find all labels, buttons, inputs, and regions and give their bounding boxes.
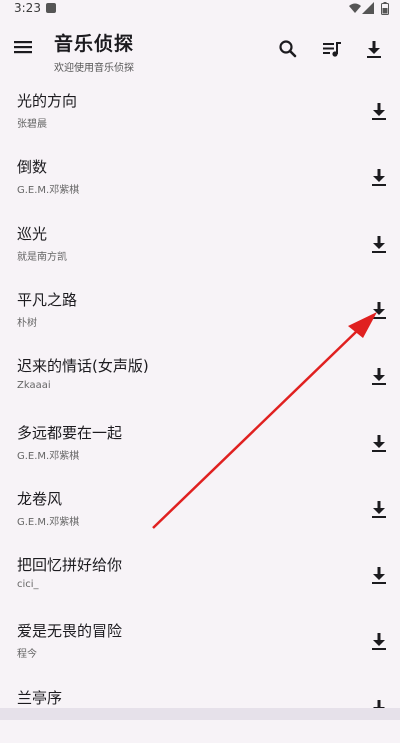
song-title: 光的方向	[17, 92, 78, 110]
song-artist: 张碧晨	[17, 119, 47, 130]
song-title: 爱是无畏的冒险	[17, 622, 123, 640]
song-artist: cici_	[17, 579, 39, 590]
song-title: 平凡之路	[17, 291, 78, 309]
song-artist: G.E.M.邓紫棋	[17, 185, 80, 196]
song-row[interactable]: 光的方向 张碧晨	[0, 80, 400, 146]
signal-icon	[362, 2, 374, 14]
search-icon[interactable]	[275, 36, 301, 62]
song-title: 把回忆拼好给你	[17, 556, 123, 574]
song-artist: 就是南方凯	[17, 252, 67, 263]
song-row[interactable]: 倒数 G.E.M.邓紫棋	[0, 146, 400, 212]
download-icon[interactable]	[366, 231, 392, 257]
download-icon[interactable]	[366, 562, 392, 588]
bottom-edge	[0, 708, 400, 720]
status-bar: 3:23	[0, 0, 400, 18]
app-title: 音乐侦探	[54, 33, 135, 55]
song-row[interactable]: 把回忆拼好给你 cici_	[0, 544, 400, 610]
download-icon[interactable]	[366, 430, 392, 456]
song-artist: 朴树	[17, 318, 37, 329]
app-bar: 音乐侦探 欢迎使用音乐侦探	[0, 18, 400, 80]
song-title: 巡光	[17, 225, 48, 243]
song-row[interactable]: 龙卷风 G.E.M.邓紫棋	[0, 478, 400, 544]
song-title: 迟来的情话(女声版)	[17, 357, 149, 375]
wifi-icon	[349, 3, 361, 13]
song-artist: Zkaaai	[17, 380, 51, 391]
playlist-icon[interactable]	[319, 36, 345, 62]
app-subtitle: 欢迎使用音乐侦探	[54, 63, 134, 74]
song-row[interactable]: 多远都要在一起 G.E.M.邓紫棋	[0, 412, 400, 478]
download-icon[interactable]	[366, 628, 392, 654]
download-icon[interactable]	[366, 363, 392, 389]
song-title: 龙卷风	[17, 490, 63, 508]
download-icon[interactable]	[366, 297, 392, 323]
song-artist: G.E.M.邓紫棋	[17, 451, 80, 462]
download-icon[interactable]	[361, 36, 387, 62]
download-icon[interactable]	[366, 496, 392, 522]
song-row[interactable]: 爱是无畏的冒险 程今	[0, 610, 400, 676]
status-time: 3:23	[14, 1, 41, 15]
song-title: 兰亭序	[17, 689, 63, 707]
download-icon[interactable]	[366, 164, 392, 190]
song-title: 多远都要在一起	[17, 424, 123, 442]
song-row[interactable]: 平凡之路 朴树	[0, 279, 400, 345]
battery-icon	[381, 2, 389, 15]
song-row[interactable]: 迟来的情话(女声版) Zkaaai	[0, 345, 400, 411]
download-icon[interactable]	[366, 98, 392, 124]
menu-icon[interactable]	[10, 34, 36, 60]
song-row[interactable]: 巡光 就是南方凯	[0, 213, 400, 279]
song-artist: 程今	[17, 649, 37, 660]
song-title: 倒数	[17, 158, 48, 176]
notification-icon	[46, 3, 56, 13]
song-artist: G.E.M.邓紫棋	[17, 517, 80, 528]
